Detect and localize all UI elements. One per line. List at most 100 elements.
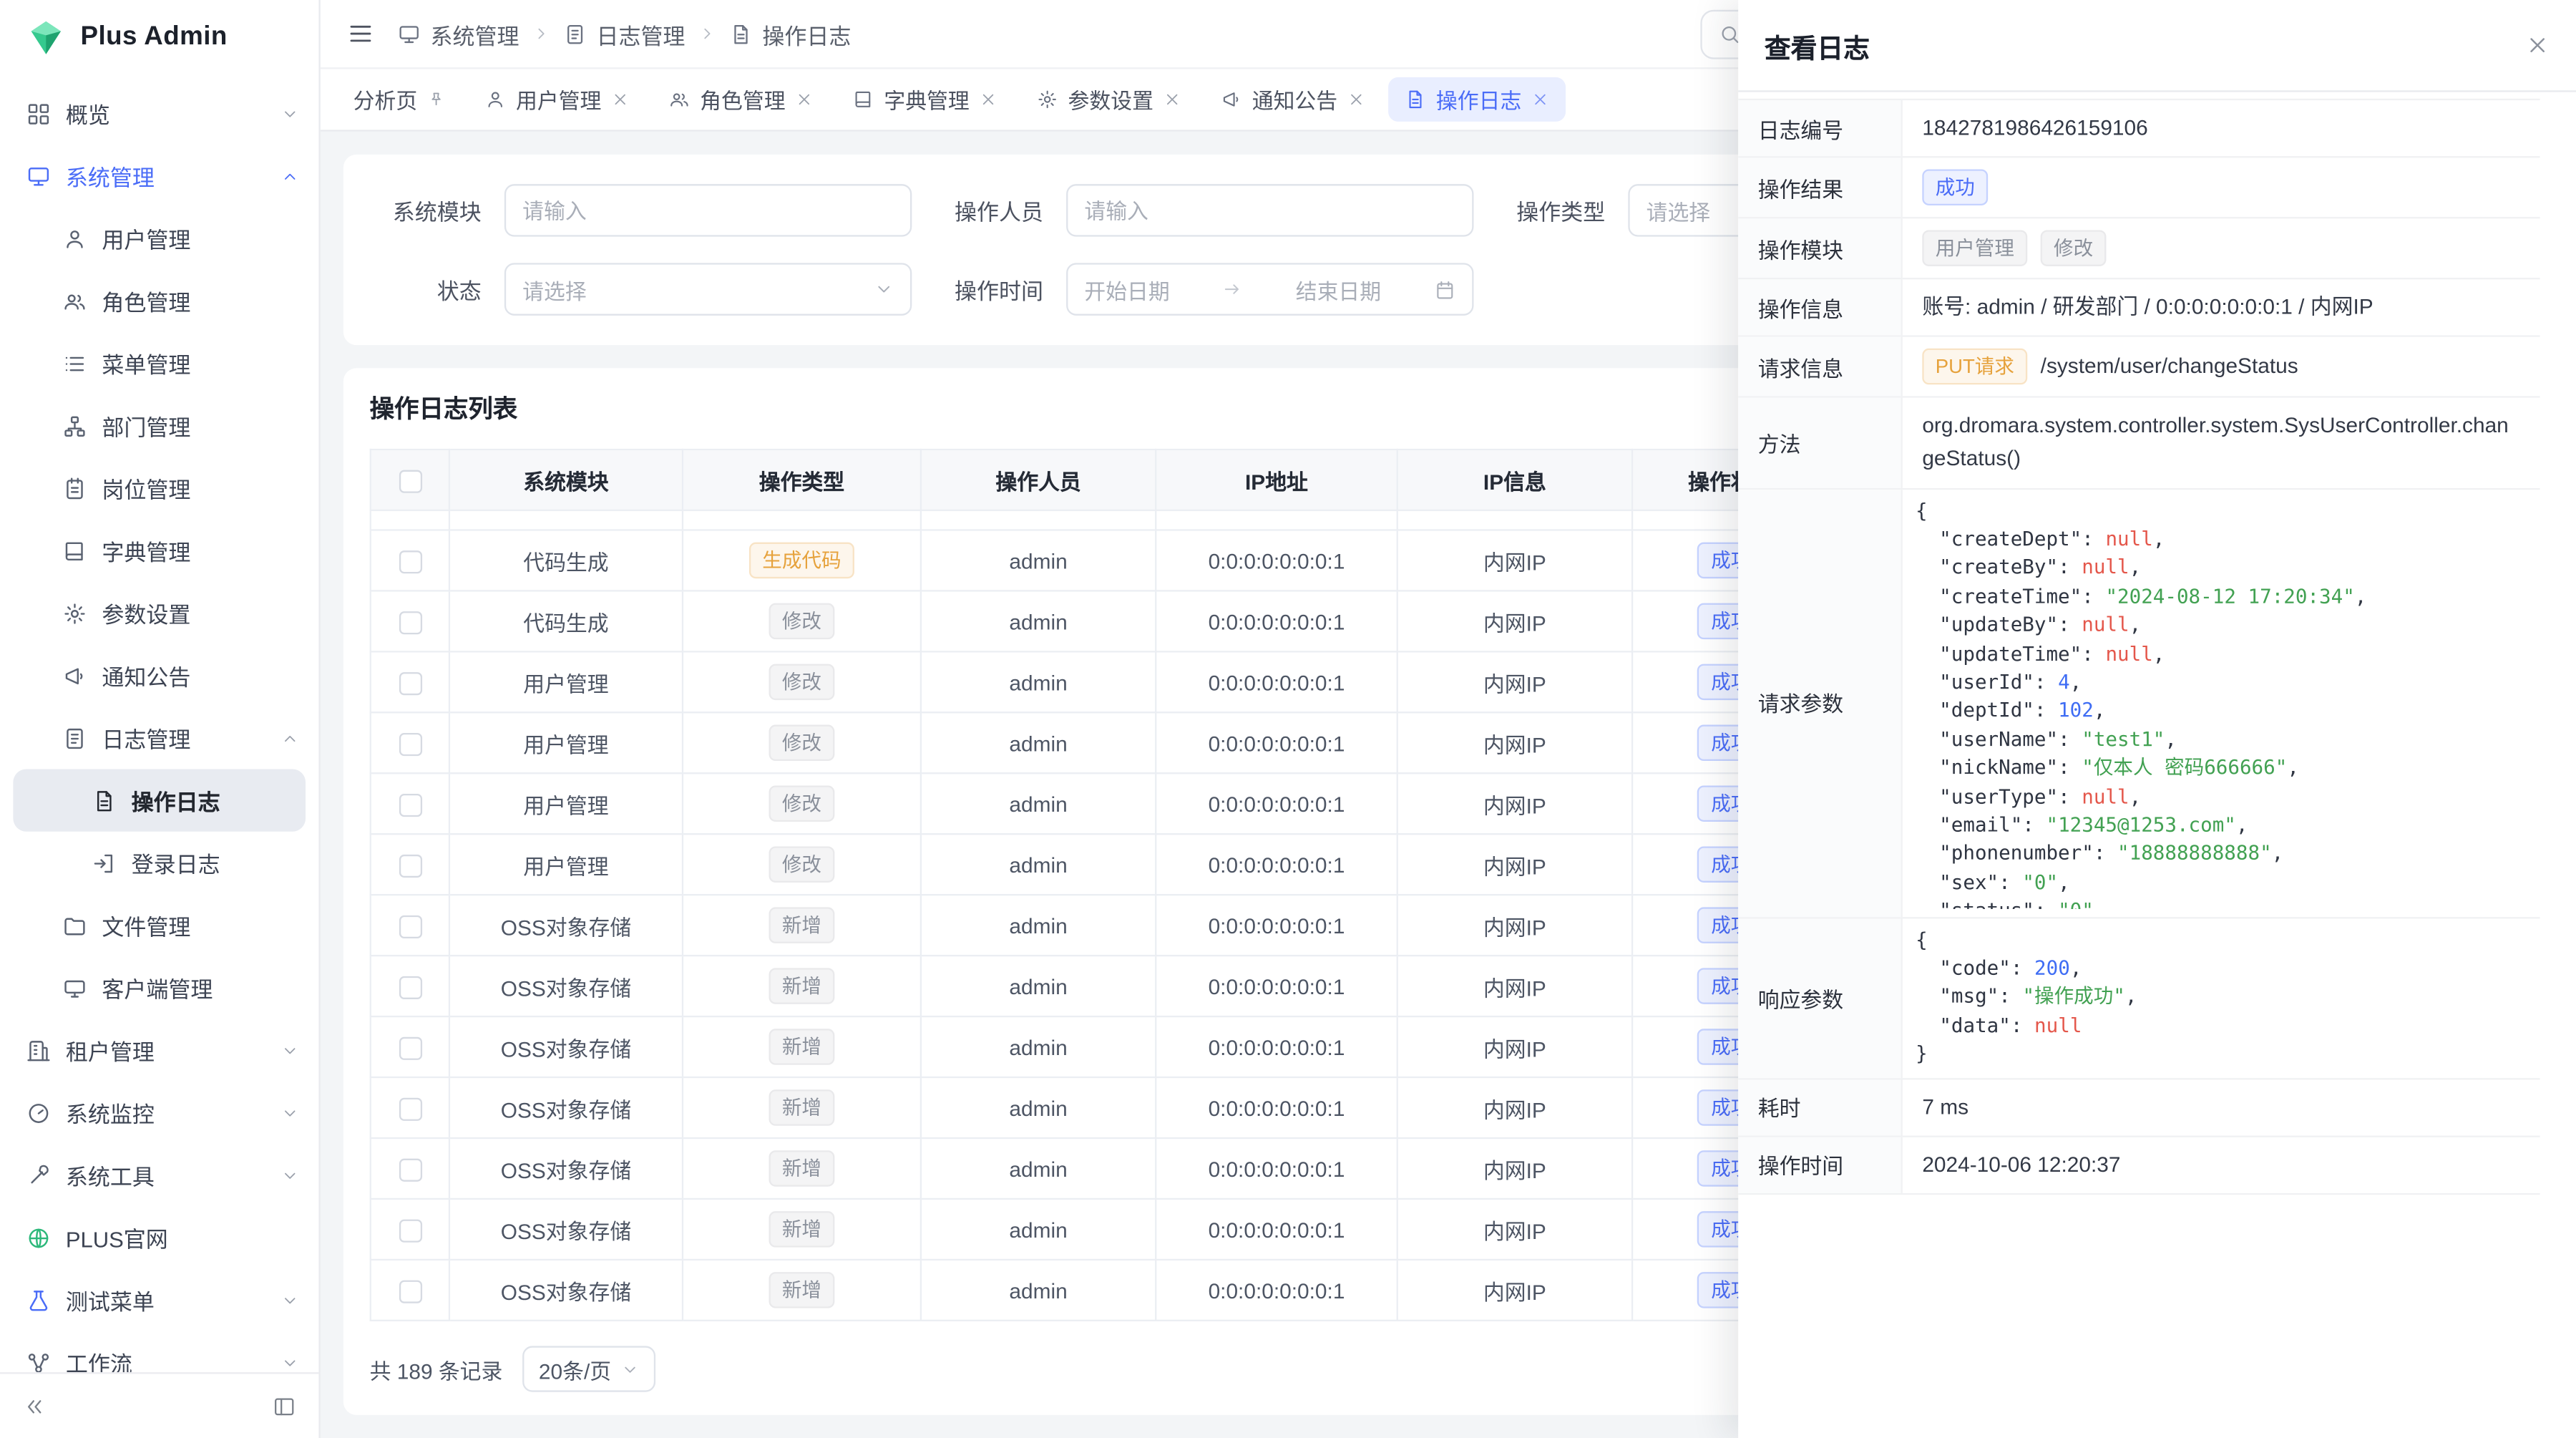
op-type-badge: 修改 xyxy=(769,846,834,883)
building-icon xyxy=(26,1038,51,1062)
tab[interactable]: 参数设置 xyxy=(1020,77,1198,122)
module-input[interactable] xyxy=(504,184,912,236)
table-row[interactable]: OSS对象存储新增admin0:0:0:0:0:0:0:1内网IP成功 xyxy=(371,1077,1830,1138)
close-icon[interactable] xyxy=(1531,90,1549,108)
collapse-sidebar-icon[interactable] xyxy=(23,1394,46,1417)
sidebar-item[interactable]: 系统监控 xyxy=(0,1082,318,1144)
sidebar-item[interactable]: 系统工具 xyxy=(0,1144,318,1206)
sidebar-item[interactable]: PLUS官网 xyxy=(0,1206,318,1268)
sidebar-item[interactable]: 菜单管理 xyxy=(0,332,318,394)
breadcrumb-item[interactable]: 操作日志 xyxy=(729,17,851,50)
select-all-checkbox[interactable] xyxy=(399,470,421,492)
app-name: Plus Admin xyxy=(81,23,228,52)
table-row-partial[interactable] xyxy=(371,510,1830,530)
op-type-badge: 新增 xyxy=(769,907,834,943)
close-icon[interactable] xyxy=(1163,90,1181,108)
gauge-icon xyxy=(26,1100,51,1124)
breadcrumb-item[interactable]: 日志管理 xyxy=(564,17,686,50)
table-row[interactable]: OSS对象存储新增admin0:0:0:0:0:0:0:1内网IP成功 xyxy=(371,895,1830,956)
row-checkbox[interactable] xyxy=(399,915,421,938)
sidebar-item[interactable]: 通知公告 xyxy=(0,644,318,706)
table-row[interactable]: OSS对象存储新增admin0:0:0:0:0:0:0:1内网IP成功 xyxy=(371,1260,1830,1321)
table-row[interactable]: OSS对象存储新增admin0:0:0:0:0:0:0:1内网IP成功 xyxy=(371,1138,1830,1199)
row-checkbox[interactable] xyxy=(399,1097,421,1120)
row-checkbox[interactable] xyxy=(399,1036,421,1059)
row-checkbox[interactable] xyxy=(399,550,421,573)
sidebar-item[interactable]: 工作流 xyxy=(0,1331,318,1372)
tab[interactable]: 角色管理 xyxy=(653,77,830,122)
sidebar-item[interactable]: 岗位管理 xyxy=(0,457,318,519)
sidebar-item[interactable]: 登录日志 xyxy=(0,832,318,894)
table-row[interactable]: OSS对象存储新增admin0:0:0:0:0:0:0:1内网IP成功 xyxy=(371,1199,1830,1260)
sidebar-item[interactable]: 租户管理 xyxy=(0,1019,318,1082)
table-row[interactable]: 代码生成修改admin0:0:0:0:0:0:0:1内网IP成功 xyxy=(371,591,1830,651)
row-checkbox[interactable] xyxy=(399,672,421,695)
pin-sidebar-icon[interactable] xyxy=(273,1394,296,1417)
tree-icon xyxy=(62,413,87,437)
column-header[interactable]: IP地址 xyxy=(1156,450,1397,510)
pin-icon[interactable] xyxy=(427,90,445,108)
row-checkbox[interactable] xyxy=(399,733,421,756)
date-range-picker[interactable]: 开始日期 结束日期 xyxy=(1066,263,1473,315)
sidebar-item[interactable]: 角色管理 xyxy=(0,270,318,332)
sidebar-item[interactable]: 系统管理 xyxy=(0,145,318,207)
sidebar-item[interactable]: 客户端管理 xyxy=(0,956,318,1019)
op-type-badge: 新增 xyxy=(769,1272,834,1308)
table-row[interactable]: OSS对象存储新增admin0:0:0:0:0:0:0:1内网IP成功 xyxy=(371,956,1830,1016)
table-row[interactable]: 用户管理修改admin0:0:0:0:0:0:0:1内网IP成功 xyxy=(371,834,1830,895)
chevron-down-icon xyxy=(281,1354,299,1371)
sidebar-item[interactable]: 用户管理 xyxy=(0,207,318,269)
table-row[interactable]: 用户管理修改admin0:0:0:0:0:0:0:1内网IP成功 xyxy=(371,712,1830,773)
column-header[interactable]: 系统模块 xyxy=(449,450,683,510)
row-checkbox[interactable] xyxy=(399,611,421,634)
hamburger-menu-icon[interactable] xyxy=(346,20,374,48)
column-header[interactable]: IP信息 xyxy=(1397,450,1632,510)
sidebar-item[interactable]: 字典管理 xyxy=(0,520,318,582)
field-cost: 耗时 7 ms xyxy=(1738,1079,2540,1137)
log-detail-table: 日志编号 1842781986426159106 操作结果 成功 操作模块 用户… xyxy=(1738,99,2540,1195)
status-select[interactable]: 请选择 xyxy=(504,263,912,315)
sidebar-item[interactable]: 操作日志 xyxy=(13,769,306,832)
close-drawer-icon[interactable] xyxy=(2525,33,2550,57)
gear-icon xyxy=(62,601,87,625)
close-icon[interactable] xyxy=(795,90,813,108)
sidebar-item[interactable]: 概览 xyxy=(0,82,318,145)
operator-input[interactable] xyxy=(1066,184,1473,236)
status-badge: 成功 xyxy=(1922,170,1988,206)
sidebar-footer xyxy=(0,1372,318,1438)
column-header[interactable]: 操作人员 xyxy=(921,450,1156,510)
tab[interactable]: 分析页 xyxy=(337,77,462,122)
table-row[interactable]: 用户管理修改admin0:0:0:0:0:0:0:1内网IP成功 xyxy=(371,773,1830,834)
sidebar-item[interactable]: 部门管理 xyxy=(0,394,318,457)
table-row[interactable]: OSS对象存储新增admin0:0:0:0:0:0:0:1内网IP成功 xyxy=(371,1016,1830,1077)
module-badge: 用户管理 xyxy=(1922,230,2027,267)
sidebar-item[interactable]: 参数设置 xyxy=(0,582,318,644)
row-checkbox[interactable] xyxy=(399,793,421,816)
close-icon[interactable] xyxy=(1347,90,1365,108)
request-params-json[interactable]: { "createDept": null, "createBy": null, … xyxy=(1916,497,2527,908)
total-records: 共 189 条记录 xyxy=(370,1354,503,1385)
tab[interactable]: 通知公告 xyxy=(1204,77,1382,122)
column-header[interactable]: 操作类型 xyxy=(683,450,921,510)
table-row[interactable]: 用户管理修改admin0:0:0:0:0:0:0:1内网IP成功 xyxy=(371,651,1830,712)
row-checkbox[interactable] xyxy=(399,1280,421,1303)
table-row[interactable]: 代码生成生成代码admin0:0:0:0:0:0:0:1内网IP成功 xyxy=(371,530,1830,591)
row-checkbox[interactable] xyxy=(399,854,421,877)
sidebar-item[interactable]: 测试菜单 xyxy=(0,1269,318,1331)
row-checkbox[interactable] xyxy=(399,1219,421,1242)
tab[interactable]: 操作日志 xyxy=(1388,77,1566,122)
sidebar-item[interactable]: 日志管理 xyxy=(0,706,318,769)
sidebar-item[interactable]: 文件管理 xyxy=(0,894,318,956)
chevron-up-icon xyxy=(281,167,299,185)
tab[interactable]: 用户管理 xyxy=(468,77,645,122)
app-logo: Plus Admin xyxy=(0,0,318,76)
row-checkbox[interactable] xyxy=(399,976,421,999)
breadcrumb-item[interactable]: 系统管理 xyxy=(398,17,519,50)
close-icon[interactable] xyxy=(980,90,997,108)
page-size-select[interactable]: 20条/页 xyxy=(522,1346,655,1391)
tab[interactable]: 字典管理 xyxy=(836,77,1014,122)
field-info: 操作信息 账号: admin / 研发部门 / 0:0:0:0:0:0:0:1 … xyxy=(1738,280,2540,338)
op-type-badge: 新增 xyxy=(769,968,834,1004)
close-icon[interactable] xyxy=(611,90,629,108)
row-checkbox[interactable] xyxy=(399,1158,421,1181)
